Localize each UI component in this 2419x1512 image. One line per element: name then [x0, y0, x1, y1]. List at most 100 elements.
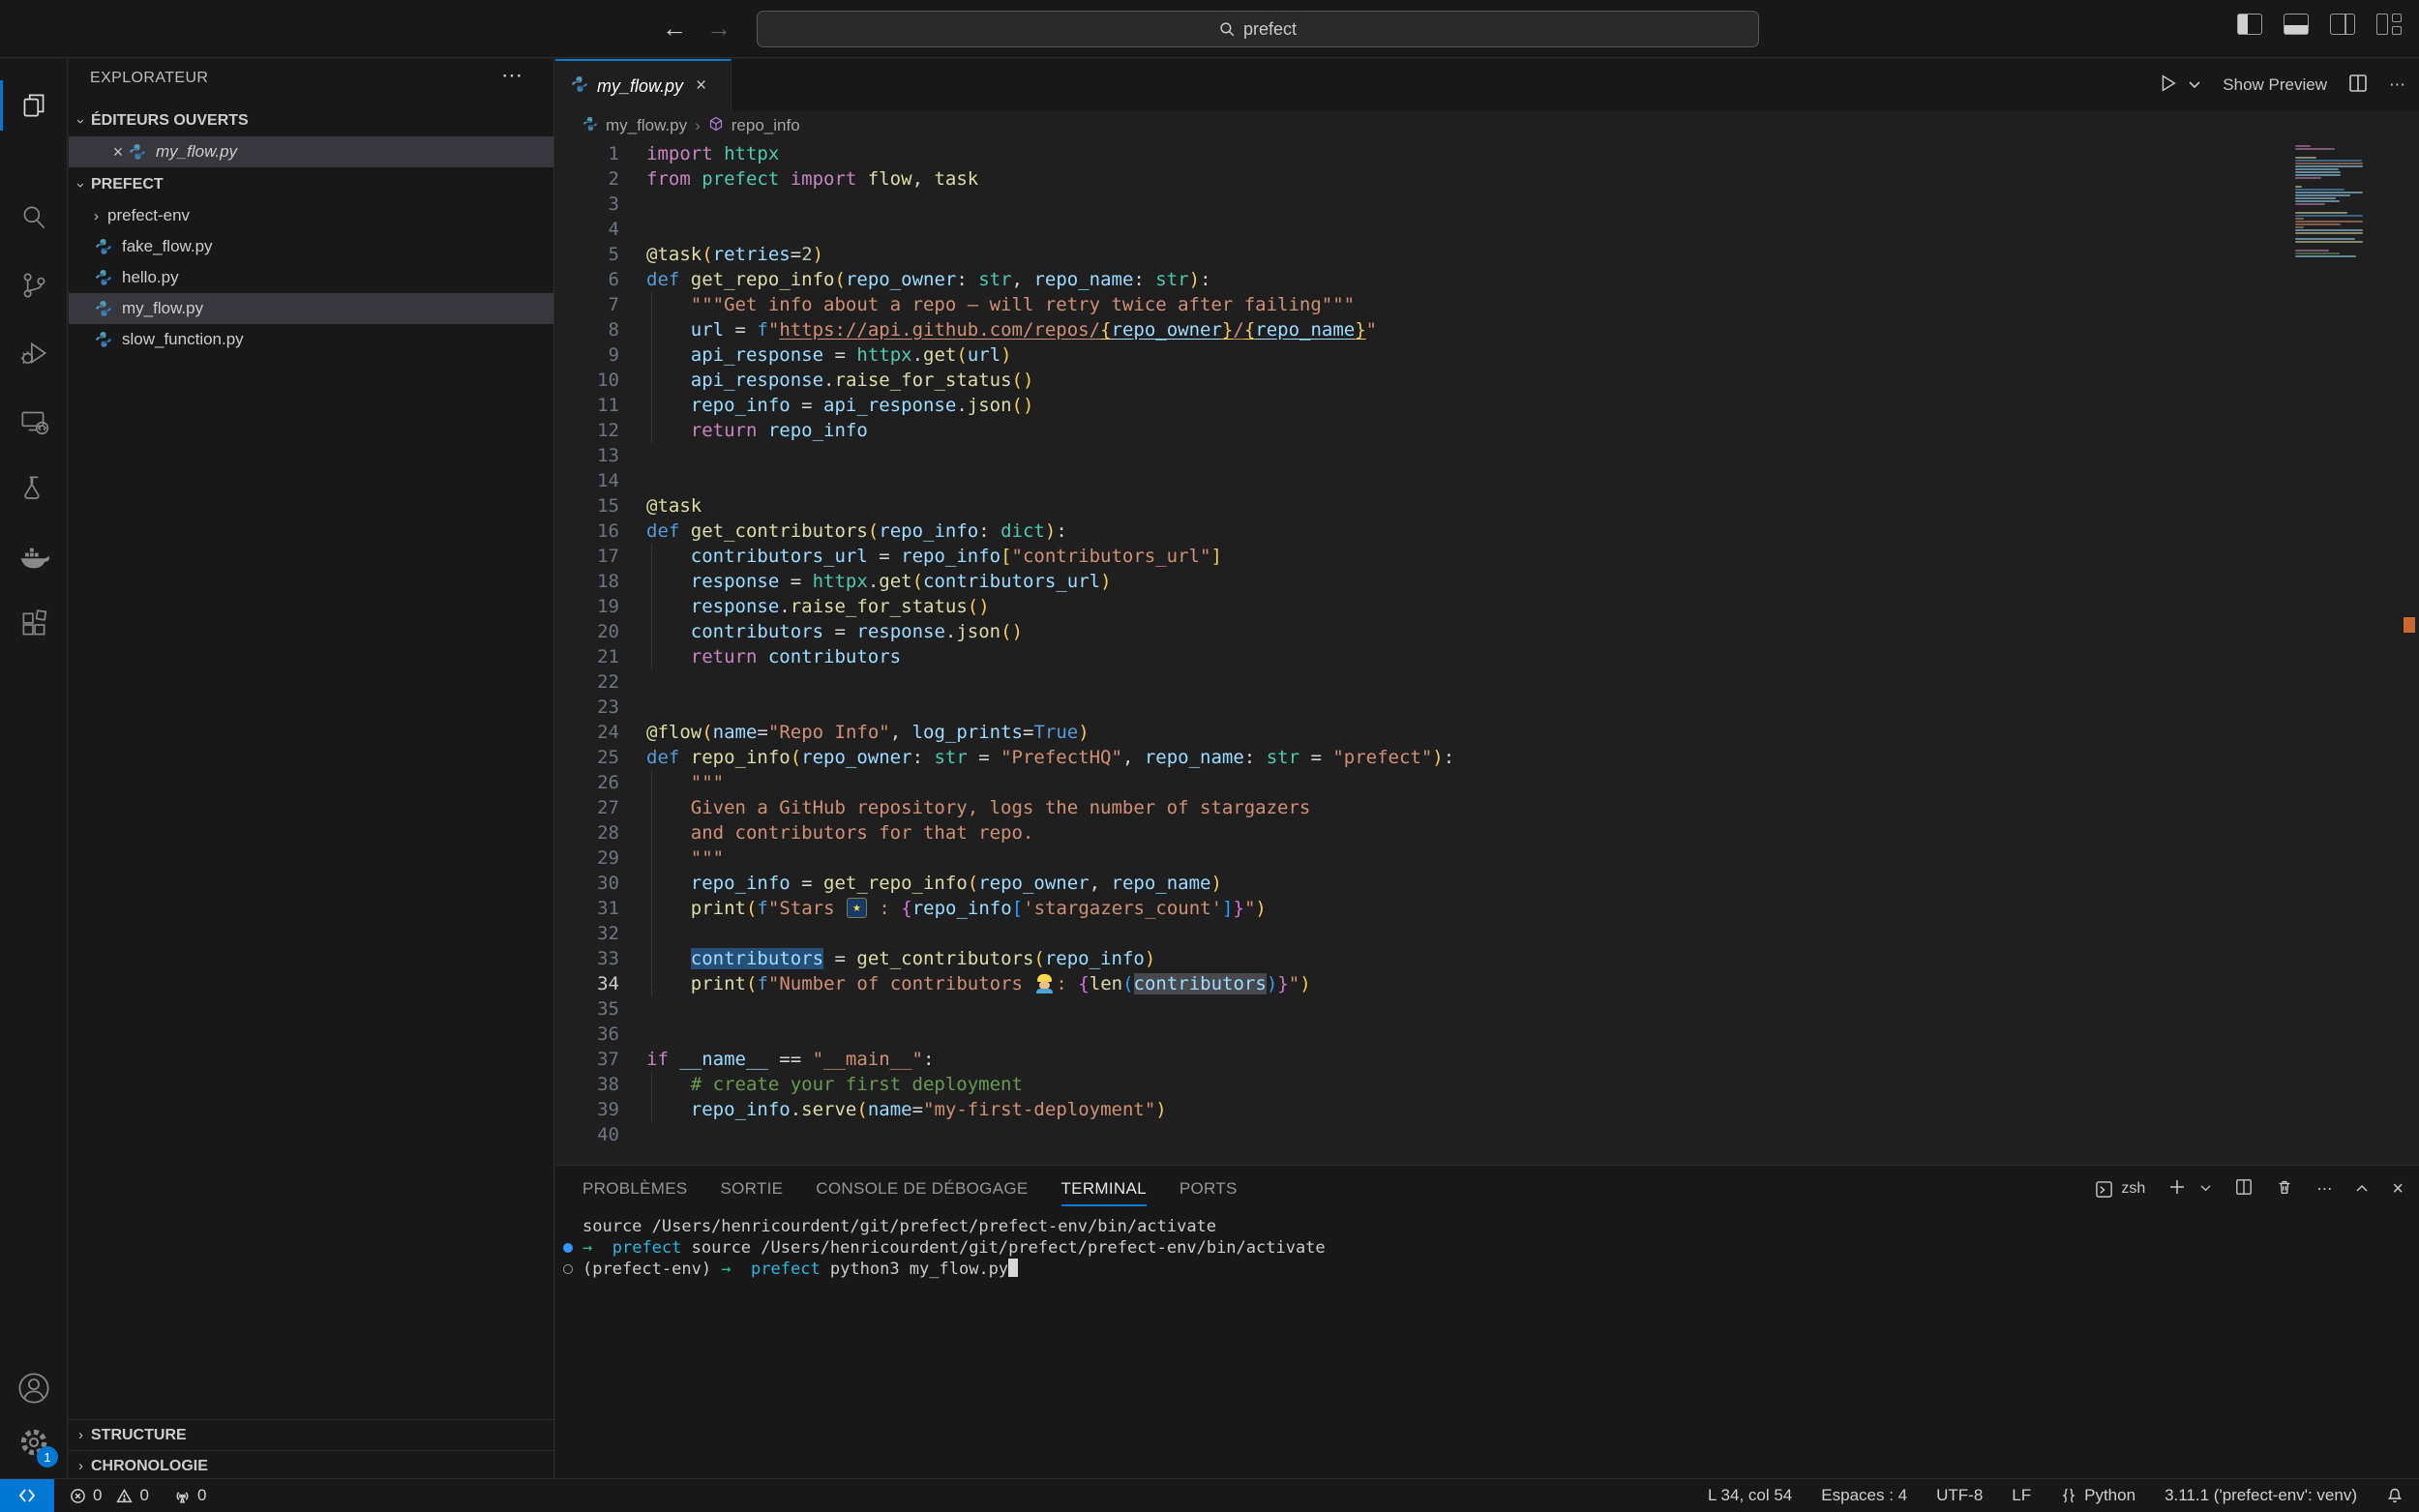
token: :	[868, 898, 901, 919]
panel-tab-terminal[interactable]: TERMINAL	[1061, 1166, 1147, 1212]
token: json	[968, 395, 1012, 416]
language-status[interactable]: Python	[2060, 1486, 2135, 1505]
close-panel-icon[interactable]: ×	[2392, 1178, 2404, 1201]
kill-terminal-trash-icon[interactable]	[2276, 1178, 2293, 1201]
token: task	[934, 168, 978, 190]
structure-header[interactable]: › STRUCTURE	[69, 1419, 553, 1450]
split-terminal-icon[interactable]	[2235, 1178, 2253, 1201]
chronology-header[interactable]: › CHRONOLOGIE	[69, 1450, 553, 1481]
run-button-icon[interactable]	[2157, 73, 2178, 99]
ports-status[interactable]: 0	[174, 1486, 206, 1505]
source-control-icon[interactable]	[0, 252, 68, 318]
terminal-dropdown-chevron-icon[interactable]	[2199, 1180, 2212, 1198]
code-line: @task	[646, 493, 2293, 519]
terminal-output[interactable]: source /Users/henricourdent/git/prefect/…	[555, 1216, 2419, 1478]
indentation-status[interactable]: Espaces : 4	[1821, 1486, 1907, 1505]
problems-status[interactable]: 0 0	[70, 1486, 149, 1505]
token: {	[901, 898, 911, 919]
minimap-line	[2295, 200, 2340, 202]
run-debug-icon[interactable]	[0, 320, 68, 386]
minimap-line	[2295, 194, 2350, 196]
toggle-panel-icon[interactable]	[2284, 14, 2309, 35]
editor-more-actions-icon[interactable]: ⋯	[2389, 75, 2405, 95]
file-item[interactable]: fake_flow.py	[69, 231, 553, 262]
run-dropdown-chevron-icon[interactable]	[2188, 75, 2201, 95]
panel-more-actions-icon[interactable]: ⋯	[2316, 1179, 2332, 1199]
terminal-token: (prefect-env)	[582, 1260, 721, 1279]
terminal-shell-chip[interactable]: zsh	[2095, 1180, 2145, 1199]
code-content[interactable]: import httpxfrom prefect import flow, ta…	[646, 141, 2293, 1147]
sidebar-more-actions-icon[interactable]: ⋯	[501, 63, 524, 88]
cursor-position-status[interactable]: L 34, col 54	[1708, 1486, 1792, 1505]
maximize-panel-chevron-icon[interactable]	[2355, 1180, 2369, 1198]
token: ]	[1222, 898, 1233, 919]
extensions-icon[interactable]	[0, 591, 68, 657]
breadcrumb-file[interactable]: my_flow.py	[606, 116, 687, 135]
customize-layout-icon[interactable]	[2376, 14, 2402, 35]
token: repo_info	[901, 546, 1000, 567]
token: flow	[868, 168, 912, 190]
panel-tab-console-de-d-bogage[interactable]: CONSOLE DE DÉBOGAGE	[816, 1166, 1028, 1212]
code-line: """Get info about a repo – will retry tw…	[646, 292, 2293, 317]
token: contributors	[768, 646, 901, 667]
forward-arrow-icon[interactable]: →	[702, 14, 735, 44]
explorer-icon[interactable]	[0, 73, 68, 138]
docker-icon[interactable]	[0, 523, 68, 589]
back-arrow-icon[interactable]: ←	[658, 14, 691, 44]
close-editor-icon[interactable]: ×	[108, 142, 128, 163]
token: {	[1244, 319, 1255, 341]
minimap[interactable]	[2295, 145, 2365, 261]
open-editor-item[interactable]: ×my_flow.py	[69, 136, 553, 167]
remote-explorer-icon[interactable]	[0, 388, 68, 454]
code-editor[interactable]: 1234567891011121314151617181920212223242…	[555, 140, 2419, 1165]
settings-gear-icon[interactable]: 1	[0, 1409, 68, 1475]
code-line: if __name__ == "__main__":	[646, 1047, 2293, 1072]
terminal-cursor	[1008, 1259, 1018, 1277]
python-interpreter-status[interactable]: 3.11.1 ('prefect-env': venv)	[2165, 1486, 2357, 1505]
folder-header[interactable]: › PREFECT	[69, 169, 553, 200]
eol-status[interactable]: LF	[2012, 1486, 2031, 1505]
token: }	[1277, 973, 1288, 994]
notifications-bell-icon[interactable]	[2386, 1487, 2404, 1504]
terminal-token: prefect	[612, 1238, 682, 1258]
search-value: prefect	[1243, 19, 1297, 40]
token: )	[1012, 621, 1023, 642]
search-sidebar-icon[interactable]	[0, 185, 68, 251]
toggle-primary-sidebar-icon[interactable]	[2237, 14, 2262, 35]
open-editors-header[interactable]: › ÉDITEURS OUVERTS	[69, 105, 553, 136]
remote-indicator[interactable]	[0, 1479, 54, 1512]
token: print	[691, 973, 746, 994]
testing-beaker-icon[interactable]	[0, 456, 68, 521]
line-number: 26	[555, 770, 619, 795]
file-item[interactable]: slow_function.py	[69, 324, 553, 355]
token: =	[968, 747, 1000, 768]
file-item[interactable]: my_flow.py	[69, 293, 553, 324]
code-line: contributors_url = repo_info["contributo…	[646, 544, 2293, 569]
show-preview-button[interactable]: Show Preview	[2223, 75, 2327, 95]
new-terminal-icon[interactable]	[2168, 1178, 2186, 1201]
file-item[interactable]: ›prefect-env	[69, 200, 553, 231]
split-editor-icon[interactable]	[2348, 74, 2368, 98]
minimap-line	[2295, 192, 2363, 193]
code-line	[646, 443, 2293, 468]
breadcrumb[interactable]: my_flow.py › repo_info	[555, 111, 2419, 140]
close-tab-icon[interactable]: ×	[696, 75, 706, 97]
breadcrumb-symbol[interactable]: repo_info	[732, 116, 800, 135]
command-center-search[interactable]: prefect	[757, 11, 1759, 47]
line-number: 7	[555, 292, 619, 317]
file-item[interactable]: hello.py	[69, 262, 553, 293]
token: }	[1234, 898, 1244, 919]
minimap-line	[2295, 148, 2335, 150]
panel-tab-sortie[interactable]: SORTIE	[721, 1166, 784, 1212]
panel-tab-ports[interactable]: PORTS	[1180, 1166, 1238, 1212]
tab-my-flow[interactable]: my_flow.py ×	[555, 59, 732, 111]
panel-tab-probl-mes[interactable]: PROBLÈMES	[582, 1166, 688, 1212]
token: }	[1355, 319, 1365, 341]
encoding-status[interactable]: UTF-8	[1936, 1486, 1983, 1505]
token: ,	[1090, 873, 1112, 894]
line-number: 3	[555, 192, 619, 217]
minimap-line	[2295, 163, 2363, 164]
minimap-line	[2295, 177, 2321, 179]
toggle-secondary-sidebar-icon[interactable]	[2330, 14, 2355, 35]
chronology-label: CHRONOLOGIE	[91, 1458, 208, 1475]
